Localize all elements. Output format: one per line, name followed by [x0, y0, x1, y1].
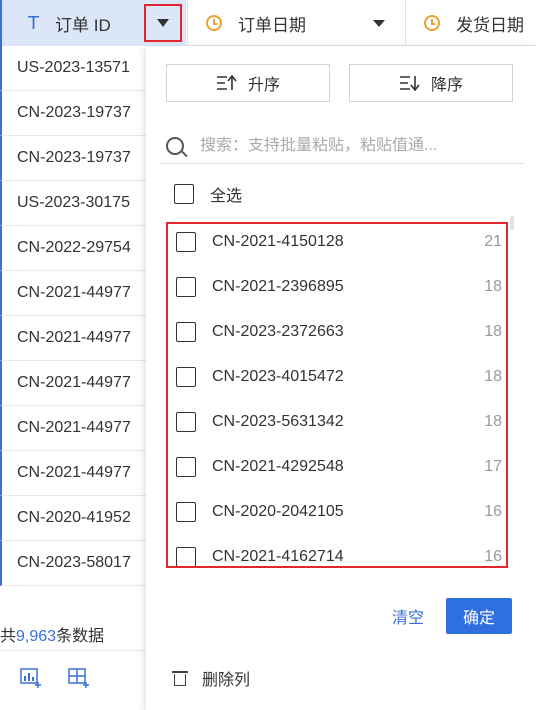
- select-all-option[interactable]: 全选: [174, 182, 242, 206]
- list-item[interactable]: CN-2021-4150128 21: [168, 227, 506, 257]
- table-row[interactable]: US-2023-13571: [0, 46, 146, 91]
- list-item-label: CN-2021-4162714: [212, 548, 344, 565]
- list-scrollbar[interactable]: [510, 216, 514, 230]
- dropdown-arrow-icon: [157, 19, 169, 27]
- sort-desc-icon: [399, 76, 420, 91]
- table-row[interactable]: CN-2023-58017: [0, 541, 146, 586]
- clear-button[interactable]: 清空: [378, 598, 438, 634]
- list-item[interactable]: CN-2021-2396895 18: [168, 272, 506, 302]
- list-item-label: CN-2023-5631342: [212, 413, 344, 430]
- checkbox-icon[interactable]: [176, 502, 196, 522]
- list-item[interactable]: CN-2021-4162714 16: [168, 542, 506, 566]
- clock-icon: [206, 15, 222, 31]
- checkbox-icon[interactable]: [176, 412, 196, 432]
- sort-asc-label: 升序: [247, 77, 280, 94]
- list-item-label: CN-2023-2372663: [212, 323, 344, 340]
- list-item[interactable]: CN-2023-5631342 18: [168, 407, 506, 437]
- column-title-order-id: 订单 ID: [55, 15, 111, 35]
- list-item-count: 18: [484, 368, 502, 385]
- table-row[interactable]: US-2023-30175: [0, 181, 146, 226]
- table-row[interactable]: CN-2021-44977: [0, 406, 146, 451]
- list-item-count: 17: [484, 458, 502, 475]
- record-count-prefix: 共: [0, 628, 17, 645]
- list-item-label: CN-2021-2396895: [212, 278, 344, 295]
- list-item-label: CN-2023-4015472: [212, 368, 344, 385]
- sort-asc-button[interactable]: 升序: [166, 64, 330, 102]
- column-filter-panel: 升序 降序 全选 CN-2021-4150128 21 CN-2021-2396…: [146, 46, 536, 710]
- list-item[interactable]: CN-2023-2372663 18: [168, 317, 506, 347]
- checkbox-icon[interactable]: [176, 322, 196, 342]
- column-header-order-date[interactable]: 订单日期: [187, 0, 405, 46]
- table-row[interactable]: CN-2023-19737: [0, 91, 146, 136]
- table-row[interactable]: CN-2021-44977: [0, 361, 146, 406]
- list-item-label: CN-2021-4292548: [212, 458, 344, 475]
- footer-divider: [0, 650, 146, 651]
- table-row[interactable]: CN-2021-44977: [0, 451, 146, 496]
- checkbox-icon[interactable]: [176, 277, 196, 297]
- confirm-button[interactable]: 确定: [446, 598, 512, 634]
- sort-desc-button[interactable]: 降序: [349, 64, 513, 102]
- filter-value-list: CN-2021-4150128 21 CN-2021-2396895 18 CN…: [166, 222, 508, 568]
- delete-column-option[interactable]: 删除列: [172, 666, 250, 690]
- record-count-suffix: 条数据: [56, 628, 105, 645]
- table-footer: 共9,963条数据: [0, 596, 146, 710]
- checkbox-icon[interactable]: [176, 367, 196, 387]
- list-item-count: 16: [484, 503, 502, 520]
- column-title-order-date: 订单日期: [238, 15, 306, 35]
- delete-column-label: 删除列: [202, 672, 251, 689]
- checkbox-icon[interactable]: [176, 547, 196, 566]
- dropdown-arrow-icon[interactable]: [373, 20, 385, 27]
- list-item[interactable]: CN-2021-4292548 17: [168, 452, 506, 482]
- trash-icon: [172, 669, 188, 687]
- checkbox-icon[interactable]: [176, 232, 196, 252]
- column-header-ship-date[interactable]: 发货日期: [405, 0, 536, 46]
- table-header: T 订单 ID 订单日期 发货日期: [0, 0, 536, 46]
- list-item[interactable]: CN-2023-4015472 18: [168, 362, 506, 392]
- list-item-count: 18: [484, 278, 502, 295]
- list-item-label: CN-2021-4150128: [212, 233, 344, 250]
- record-count-number: 9,963: [16, 628, 57, 645]
- table-row[interactable]: CN-2022-29754: [0, 226, 146, 271]
- checkbox-icon[interactable]: [174, 184, 194, 204]
- table-body: US-2023-13571 CN-2023-19737 CN-2023-1973…: [0, 46, 146, 586]
- table-row[interactable]: CN-2023-19737: [0, 136, 146, 181]
- list-item-count: 16: [484, 548, 502, 565]
- column-title-ship-date: 发货日期: [456, 15, 524, 35]
- table-row[interactable]: CN-2020-41952: [0, 496, 146, 541]
- record-count: 共9,963条数据: [0, 622, 104, 646]
- table-row[interactable]: CN-2021-44977: [0, 316, 146, 361]
- list-item[interactable]: CN-2020-2042105 16: [168, 497, 506, 527]
- column-dropdown-button[interactable]: [144, 4, 182, 42]
- sort-asc-icon: [216, 75, 237, 90]
- table-row[interactable]: CN-2021-44977: [0, 271, 146, 316]
- add-chart-icon[interactable]: [20, 668, 42, 688]
- list-item-count: 21: [484, 233, 502, 250]
- sort-desc-label: 降序: [430, 77, 463, 94]
- list-item-label: CN-2020-2042105: [212, 503, 344, 520]
- text-type-icon: T: [28, 12, 39, 34]
- search-input[interactable]: [200, 136, 490, 155]
- clock-icon: [424, 15, 440, 31]
- search-box[interactable]: [160, 128, 524, 164]
- search-icon: [166, 136, 184, 155]
- select-all-label: 全选: [210, 188, 243, 205]
- add-table-icon[interactable]: [68, 668, 90, 688]
- checkbox-icon[interactable]: [176, 457, 196, 477]
- list-item-count: 18: [484, 413, 502, 430]
- list-item-count: 18: [484, 323, 502, 340]
